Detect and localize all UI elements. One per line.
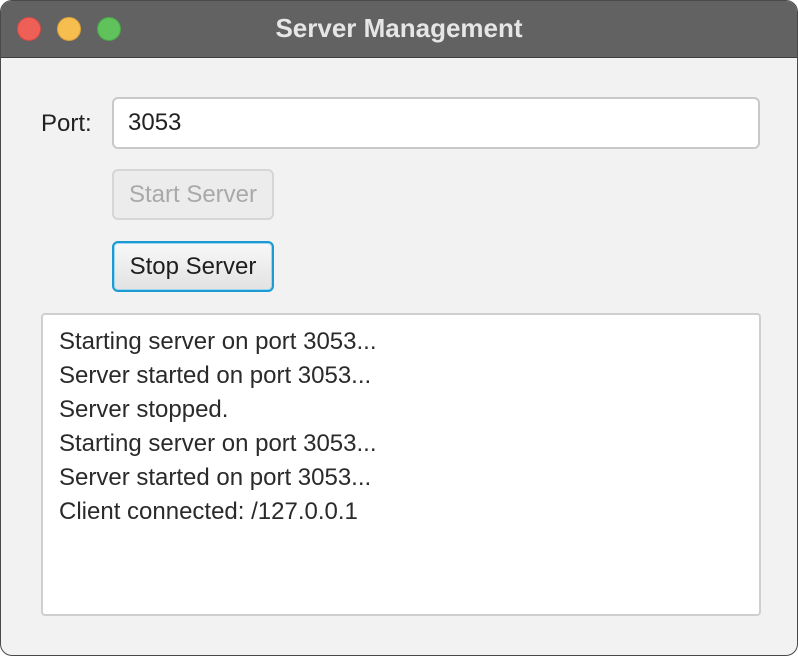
log-line: Starting server on port 3053... [59, 430, 377, 457]
title-bar[interactable]: Server Management [1, 1, 797, 58]
start-server-button[interactable]: Start Server [112, 169, 274, 220]
port-input[interactable] [112, 97, 760, 149]
log-line: Server started on port 3053... [59, 362, 372, 389]
stop-server-button[interactable]: Stop Server [112, 241, 274, 292]
log-line: Starting server on port 3053... [59, 328, 377, 355]
window-title: Server Management [275, 13, 523, 43]
log-line: Server started on port 3053... [59, 464, 372, 491]
log-line: Server stopped. [59, 396, 229, 423]
port-label: Port: [41, 110, 92, 137]
server-log[interactable]: Starting server on port 3053... Server s… [41, 313, 761, 616]
server-management-window: Server Management Port: Start Server Sto… [0, 0, 798, 656]
log-line: Client connected: /127.0.0.1 [59, 498, 358, 525]
